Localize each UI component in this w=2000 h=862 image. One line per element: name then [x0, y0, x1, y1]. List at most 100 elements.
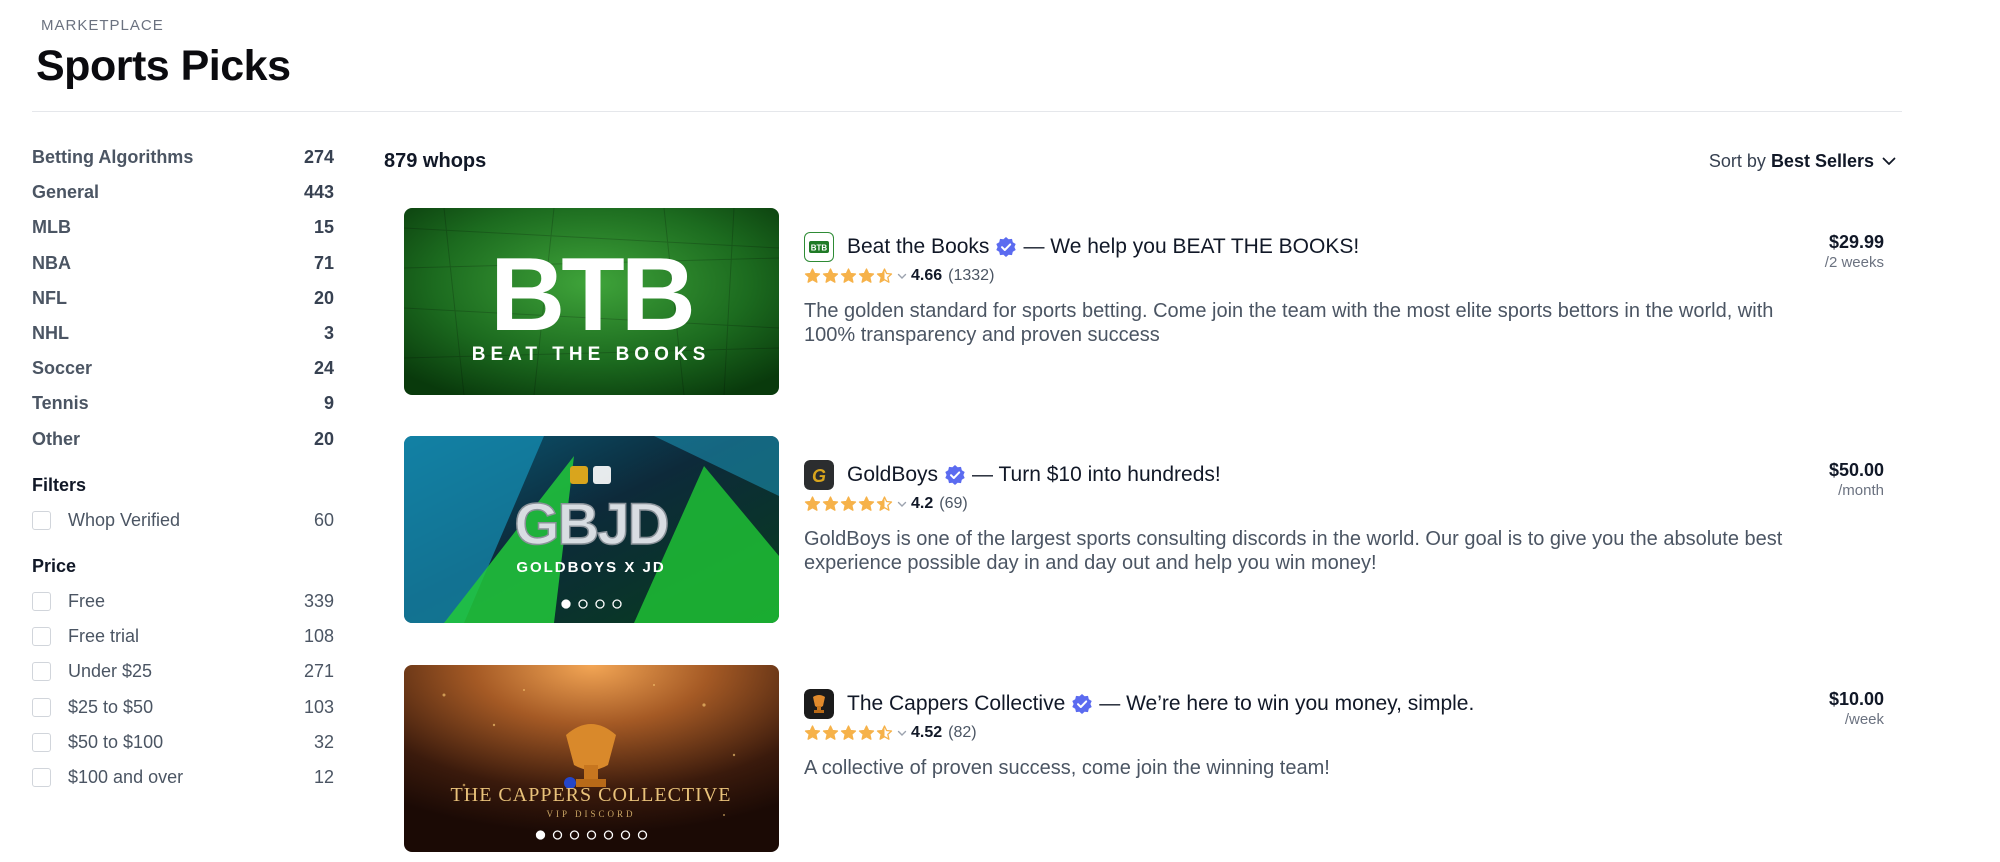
category-label: Soccer	[32, 358, 93, 379]
verified-badge-icon	[944, 464, 966, 486]
listing-info: The Cappers Collective — We’re here to w…	[804, 689, 1804, 780]
listing-tagline: — We help you BEAT THE BOOKS!	[1023, 235, 1360, 258]
category-label: Betting Algorithms	[32, 147, 194, 168]
sort-dropdown[interactable]: Sort by Best Sellers	[1709, 151, 1896, 172]
checkbox[interactable]	[32, 697, 51, 717]
listing-price: $50.00 /month	[1829, 460, 1884, 499]
review-count: (82)	[948, 724, 977, 741]
listing-rating[interactable]: 4.2 (69)	[804, 495, 1804, 513]
checkbox[interactable]	[32, 767, 51, 787]
listing-description: GoldBoys is one of the largest sports co…	[804, 528, 1783, 574]
banner-title: BTB	[490, 237, 692, 353]
category-label: MLB	[32, 217, 71, 238]
listing-tagline: — Turn $10 into hundreds!	[972, 463, 1221, 486]
category-count: 274	[303, 147, 334, 168]
category-count: 443	[303, 182, 334, 203]
listing-logo	[804, 689, 834, 719]
verified-badge-icon	[1071, 693, 1093, 715]
category-nhl[interactable]: NHL 3	[32, 316, 334, 351]
price-under-25[interactable]: Under $25 271	[32, 654, 334, 689]
category-nfl[interactable]: NFL 20	[32, 281, 334, 316]
listing-title[interactable]: BTB Beat the Books — We help you BEAT TH…	[804, 232, 1804, 262]
category-label: Tennis	[32, 393, 89, 414]
checkbox[interactable]	[32, 662, 51, 682]
price-50-to-100[interactable]: $50 to $100 32	[32, 725, 334, 760]
page-title: Sports Picks	[36, 42, 291, 90]
filters-heading: Filters	[32, 475, 87, 496]
banner-subtitle: VIP DISCORD	[547, 809, 636, 819]
category-list: Betting Algorithms 274 General 443 MLB 15 N…	[32, 140, 334, 457]
listing-name: The Cappers Collective	[847, 692, 1066, 715]
logo-text: BTB	[811, 244, 828, 253]
category-tennis[interactable]: Tennis 9	[32, 386, 334, 421]
listing-tagline: — We’re here to win you money, simple.	[1099, 692, 1475, 715]
star-icon	[804, 725, 821, 740]
banner-title: THE CAPPERS COLLECTIVE	[451, 784, 732, 806]
price-count: 339	[303, 590, 334, 611]
price-free-trial[interactable]: Free trial 108	[32, 619, 334, 654]
category-count: 20	[313, 428, 334, 449]
price-25-to-50[interactable]: $25 to $50 103	[32, 689, 334, 724]
price-period: /month	[1838, 482, 1884, 499]
checkbox[interactable]	[32, 732, 51, 752]
listing-title[interactable]: G GoldBoys — Turn $10 into hundreds!	[804, 460, 1804, 490]
price-label: Under $25	[68, 661, 153, 682]
listing-price: $10.00 /week	[1829, 689, 1884, 728]
sort-value: Best Sellers	[1770, 151, 1874, 171]
category-general[interactable]: General 443	[32, 175, 334, 210]
divider	[32, 111, 1902, 112]
checkbox[interactable]	[32, 510, 51, 530]
price-count: 12	[313, 766, 334, 787]
filter-whop-verified[interactable]: Whop Verified 60	[32, 503, 334, 538]
checkbox[interactable]	[32, 627, 51, 647]
category-other[interactable]: Other 20	[32, 422, 334, 457]
category-label: NHL	[32, 323, 69, 344]
rating-score: 4.52	[911, 724, 943, 741]
listing-rating[interactable]: 4.66 (1332)	[804, 267, 1804, 285]
listing-banner[interactable]: BTB BEAT THE BOOKS	[404, 208, 779, 395]
filter-count: 60	[313, 509, 334, 530]
category-label: NBA	[32, 252, 71, 273]
category-label: Other	[32, 428, 81, 449]
listing-banner[interactable]: THE CAPPERS COLLECTIVE VIP DISCORD	[404, 665, 779, 852]
listing-title[interactable]: The Cappers Collective — We’re here to w…	[804, 689, 1804, 719]
category-count: 20	[313, 287, 334, 308]
listing-rating[interactable]: 4.52 (82)	[804, 724, 1804, 742]
star-rating-icon	[804, 268, 894, 284]
price-count: 32	[313, 731, 334, 752]
carousel-dot-active[interactable]	[535, 830, 546, 840]
price-count: 103	[303, 696, 334, 717]
checkbox[interactable]	[32, 591, 51, 611]
listing-logo: BTB	[804, 232, 834, 262]
category-label: NFL	[32, 287, 67, 308]
price-100-and-over[interactable]: $100 and over 12	[32, 760, 334, 795]
star-icon	[822, 268, 839, 283]
sidebar: Betting Algorithms 274 General 443 MLB 15 N…	[32, 140, 334, 795]
breadcrumb[interactable]: MARKETPLACE	[41, 17, 164, 34]
price-period: /2 weeks	[1824, 254, 1884, 271]
listing-name: GoldBoys	[847, 463, 939, 486]
price-label: Free trial	[68, 626, 140, 647]
chevron-down-icon	[897, 273, 907, 279]
category-nba[interactable]: NBA 71	[32, 246, 334, 281]
category-soccer[interactable]: Soccer 24	[32, 351, 334, 386]
price-count: 271	[303, 661, 334, 682]
price-amount: $50.00	[1828, 460, 1884, 480]
listing-card[interactable]: GBJD GOLDBOYS X JD G GoldBoys — Turn $10…	[404, 436, 1884, 624]
chevron-down-icon	[1882, 157, 1896, 165]
star-icon	[804, 496, 821, 511]
price-free[interactable]: Free 339	[32, 584, 334, 619]
listing-card[interactable]: THE CAPPERS COLLECTIVE VIP DISCORD The C…	[404, 665, 1884, 853]
star-rating-icon	[804, 725, 894, 741]
rating-score: 4.2	[911, 495, 934, 512]
price-count: 108	[303, 626, 334, 647]
star-icon	[876, 268, 893, 283]
logo-text: G	[812, 466, 826, 486]
listing-card[interactable]: BTB BEAT THE BOOKS BTB Beat the Books — …	[404, 208, 1884, 396]
banner-subtitle: BEAT THE BOOKS	[472, 344, 711, 365]
listing-banner[interactable]: GBJD GOLDBOYS X JD	[404, 436, 779, 623]
price-amount: $29.99	[1828, 232, 1884, 252]
carousel-dot-active[interactable]	[561, 599, 571, 609]
category-betting-algorithms[interactable]: Betting Algorithms 274	[32, 140, 334, 175]
category-mlb[interactable]: MLB 15	[32, 210, 334, 245]
